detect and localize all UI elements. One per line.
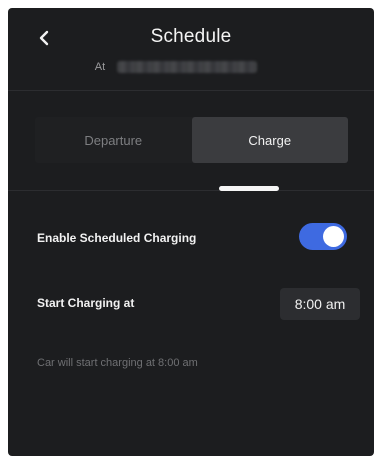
page-title: Schedule (150, 26, 232, 47)
tab-departure[interactable]: Departure (35, 117, 192, 163)
charging-hint: Car will start charging at 8:00 am (37, 357, 198, 369)
tabs-divider (8, 190, 374, 191)
header: Schedule At (8, 8, 374, 90)
at-label: At (94, 61, 106, 73)
toggle-knob (323, 226, 344, 247)
start-time-button[interactable]: 8:00 am (280, 288, 360, 320)
redacted-address (117, 61, 258, 73)
tab-charge[interactable]: Charge (191, 117, 348, 163)
schedule-panel: Schedule At Departure Charge Enable Sche… (8, 8, 374, 456)
location-subtitle: At (8, 59, 374, 75)
active-tab-indicator (219, 186, 279, 191)
enable-scheduled-charging-toggle[interactable] (299, 223, 347, 250)
mode-tabs: Departure Charge (35, 117, 348, 163)
header-divider (8, 90, 374, 91)
start-charging-label: Start Charging at (37, 296, 135, 310)
enable-scheduled-charging-label: Enable Scheduled Charging (37, 231, 197, 245)
